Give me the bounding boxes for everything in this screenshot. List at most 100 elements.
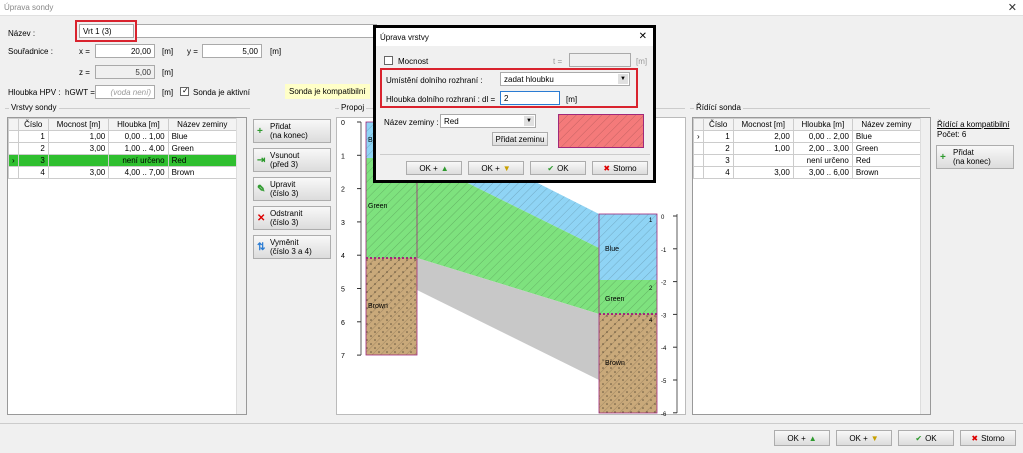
edit-layer-button[interactable]: ✎ Upravit (číslo 3) [253,177,331,201]
master-table-wrapper: Číslo Mocnost [m] Hloubka [m] Název zemi… [692,117,931,415]
table-cell [693,154,704,167]
window-title: Úprava sondy [4,3,54,12]
compat-badge: Sonda je kompatibilní [285,84,370,99]
x-input[interactable]: 20,00 [95,44,155,58]
z-unit: [m] [162,68,174,77]
col-header: Mocnost [m] [47,118,110,131]
check-icon: ✔ [915,433,923,443]
axis-tick-label: -4 [661,346,667,352]
left-label-brown: Brown [368,303,388,310]
table-cell: Blue [167,130,238,143]
dialog-cancel-button[interactable]: ✖ Storno [592,161,648,175]
table-cell: Brown [167,166,238,179]
axis-tick-label: 6 [341,320,345,327]
remove-layer-button[interactable]: ✕ Odstranit (číslo 3) [253,206,331,230]
dialog-title: Úprava vrstvy [380,33,429,42]
z-input: 5,00 [95,65,155,79]
table-row[interactable]: 2 3,00 1,00 .. 4,00 Green [8,142,238,155]
preview-title: Propoj [339,103,367,112]
table-cell: 2 [17,142,49,155]
thickness-checkbox[interactable] [384,56,393,65]
button-label: Odstranit (číslo 3) [270,209,303,227]
cancel-button[interactable]: ✖ Storno [960,430,1016,446]
dialog-titlebar: Úprava vrstvy ✕ [376,28,653,46]
table-cell [693,142,704,155]
table-row[interactable]: 3 není určeno Red [693,154,922,167]
col-header: Název zeminy [851,118,922,131]
col-header: Číslo [17,118,49,131]
axis-tick-label: 2 [341,187,345,194]
coords-label: Souřadnice : [8,47,53,56]
scrollbar[interactable] [236,118,246,414]
soil-swatch [558,114,644,148]
ok-down-button[interactable]: OK + ▼ [836,430,892,446]
axis-tick-label: 0 [341,120,345,127]
table-cell: 4 [17,166,49,179]
insert-layer-button[interactable]: ⇥ Vsunout (před 3) [253,148,331,172]
name-label: Název : [8,29,36,38]
scrollbar[interactable] [920,118,930,414]
arrow-down-icon: ▼ [502,163,511,173]
close-icon[interactable]: ✕ [1008,1,1017,14]
gwt-label: Hloubka HPV : [8,88,61,97]
table-row[interactable]: 4 3,00 3,00 .. 6,00 Brown [693,166,922,179]
col-header: Hloubka [m] [792,118,853,131]
table-cell: 3,00 [47,166,110,179]
check-icon: ✔ [547,163,555,173]
table-row[interactable]: › 3 není určeno Red [8,154,238,167]
table-cell: 1 [17,130,49,143]
master-add-button[interactable]: + Přidat (na konec) [936,145,1014,169]
name-input-extension[interactable] [137,24,377,38]
ok-up-button[interactable]: OK + ▲ [774,430,830,446]
plus-icon: + [257,125,263,137]
table-cell: 0,00 .. 2,00 [792,130,853,143]
ok-button[interactable]: ✔ OK [898,430,954,446]
table-cell: 2,00 .. 3,00 [792,142,853,155]
add-layer-button[interactable]: + Přidat (na konec) [253,119,331,143]
dialog-ok-up-button[interactable]: OK + ▲ [406,161,462,175]
dialog-ok-down-button[interactable]: OK + ▼ [468,161,524,175]
axis-tick-label: -3 [661,313,667,319]
chevron-down-icon: ▼ [618,74,628,84]
dialog-ok-button[interactable]: ✔ OK [530,161,586,175]
table-cell: 1,00 .. 4,00 [108,142,169,155]
table-row[interactable]: › 1 2,00 0,00 .. 2,00 Blue [693,130,922,143]
y-input[interactable]: 5,00 [202,44,262,58]
table-cell: Green [167,142,238,155]
depth-input[interactable]: 2 [500,91,560,105]
table-cell: 2,00 [732,130,794,143]
right-label-green: Green [605,296,625,303]
layers-table-wrapper: Číslo Mocnost [m] Hloubka [m] Název zemi… [7,117,247,415]
table-row[interactable]: 4 3,00 4,00 .. 7,00 Brown [8,166,238,179]
table-cell: 3,00 [732,166,794,179]
name-input[interactable]: Vrt 1 (3) [79,24,134,38]
col-header: Mocnost [m] [732,118,794,131]
swap-layers-button[interactable]: ⇅ Vyměnit (číslo 3 a 4) [253,235,331,259]
soil-label: Název zeminy : [384,118,439,127]
x-icon: ✖ [603,163,611,173]
axis-tick-label: 7 [341,353,345,360]
axis-tick-label: -2 [661,281,667,287]
thickness-label: Mocnost [398,57,429,66]
gwt-input[interactable]: (voda není) [95,85,155,99]
table-row[interactable]: 1 1,00 0,00 .. 1,00 Blue [8,130,238,143]
placement-select[interactable]: zadat hloubku ▼ [500,72,630,86]
axis-tick-label: -5 [661,379,667,385]
axis-tick-label: -6 [661,412,667,416]
soil-select[interactable]: Red ▼ [440,114,536,128]
col-header: Hloubka [m] [108,118,169,131]
y-unit: [m] [270,47,282,56]
table-cell [732,154,794,167]
table-row[interactable]: 2 1,00 2,00 .. 3,00 Green [693,142,922,155]
chevron-down-icon: ▼ [524,116,534,126]
table-cell [47,154,110,167]
layers-table: Číslo Mocnost [m] Hloubka [m] Název zemi… [8,118,238,179]
col-header: Název zeminy [167,118,238,131]
add-soil-button[interactable]: Přidat zeminu [492,132,548,146]
table-cell: Green [851,142,922,155]
table-cell: Blue [851,130,922,143]
table-cell: 0,00 .. 1,00 [108,130,169,143]
close-icon[interactable]: ✕ [639,31,647,42]
active-checkbox[interactable] [180,87,189,96]
table-cell: 1,00 [47,130,110,143]
